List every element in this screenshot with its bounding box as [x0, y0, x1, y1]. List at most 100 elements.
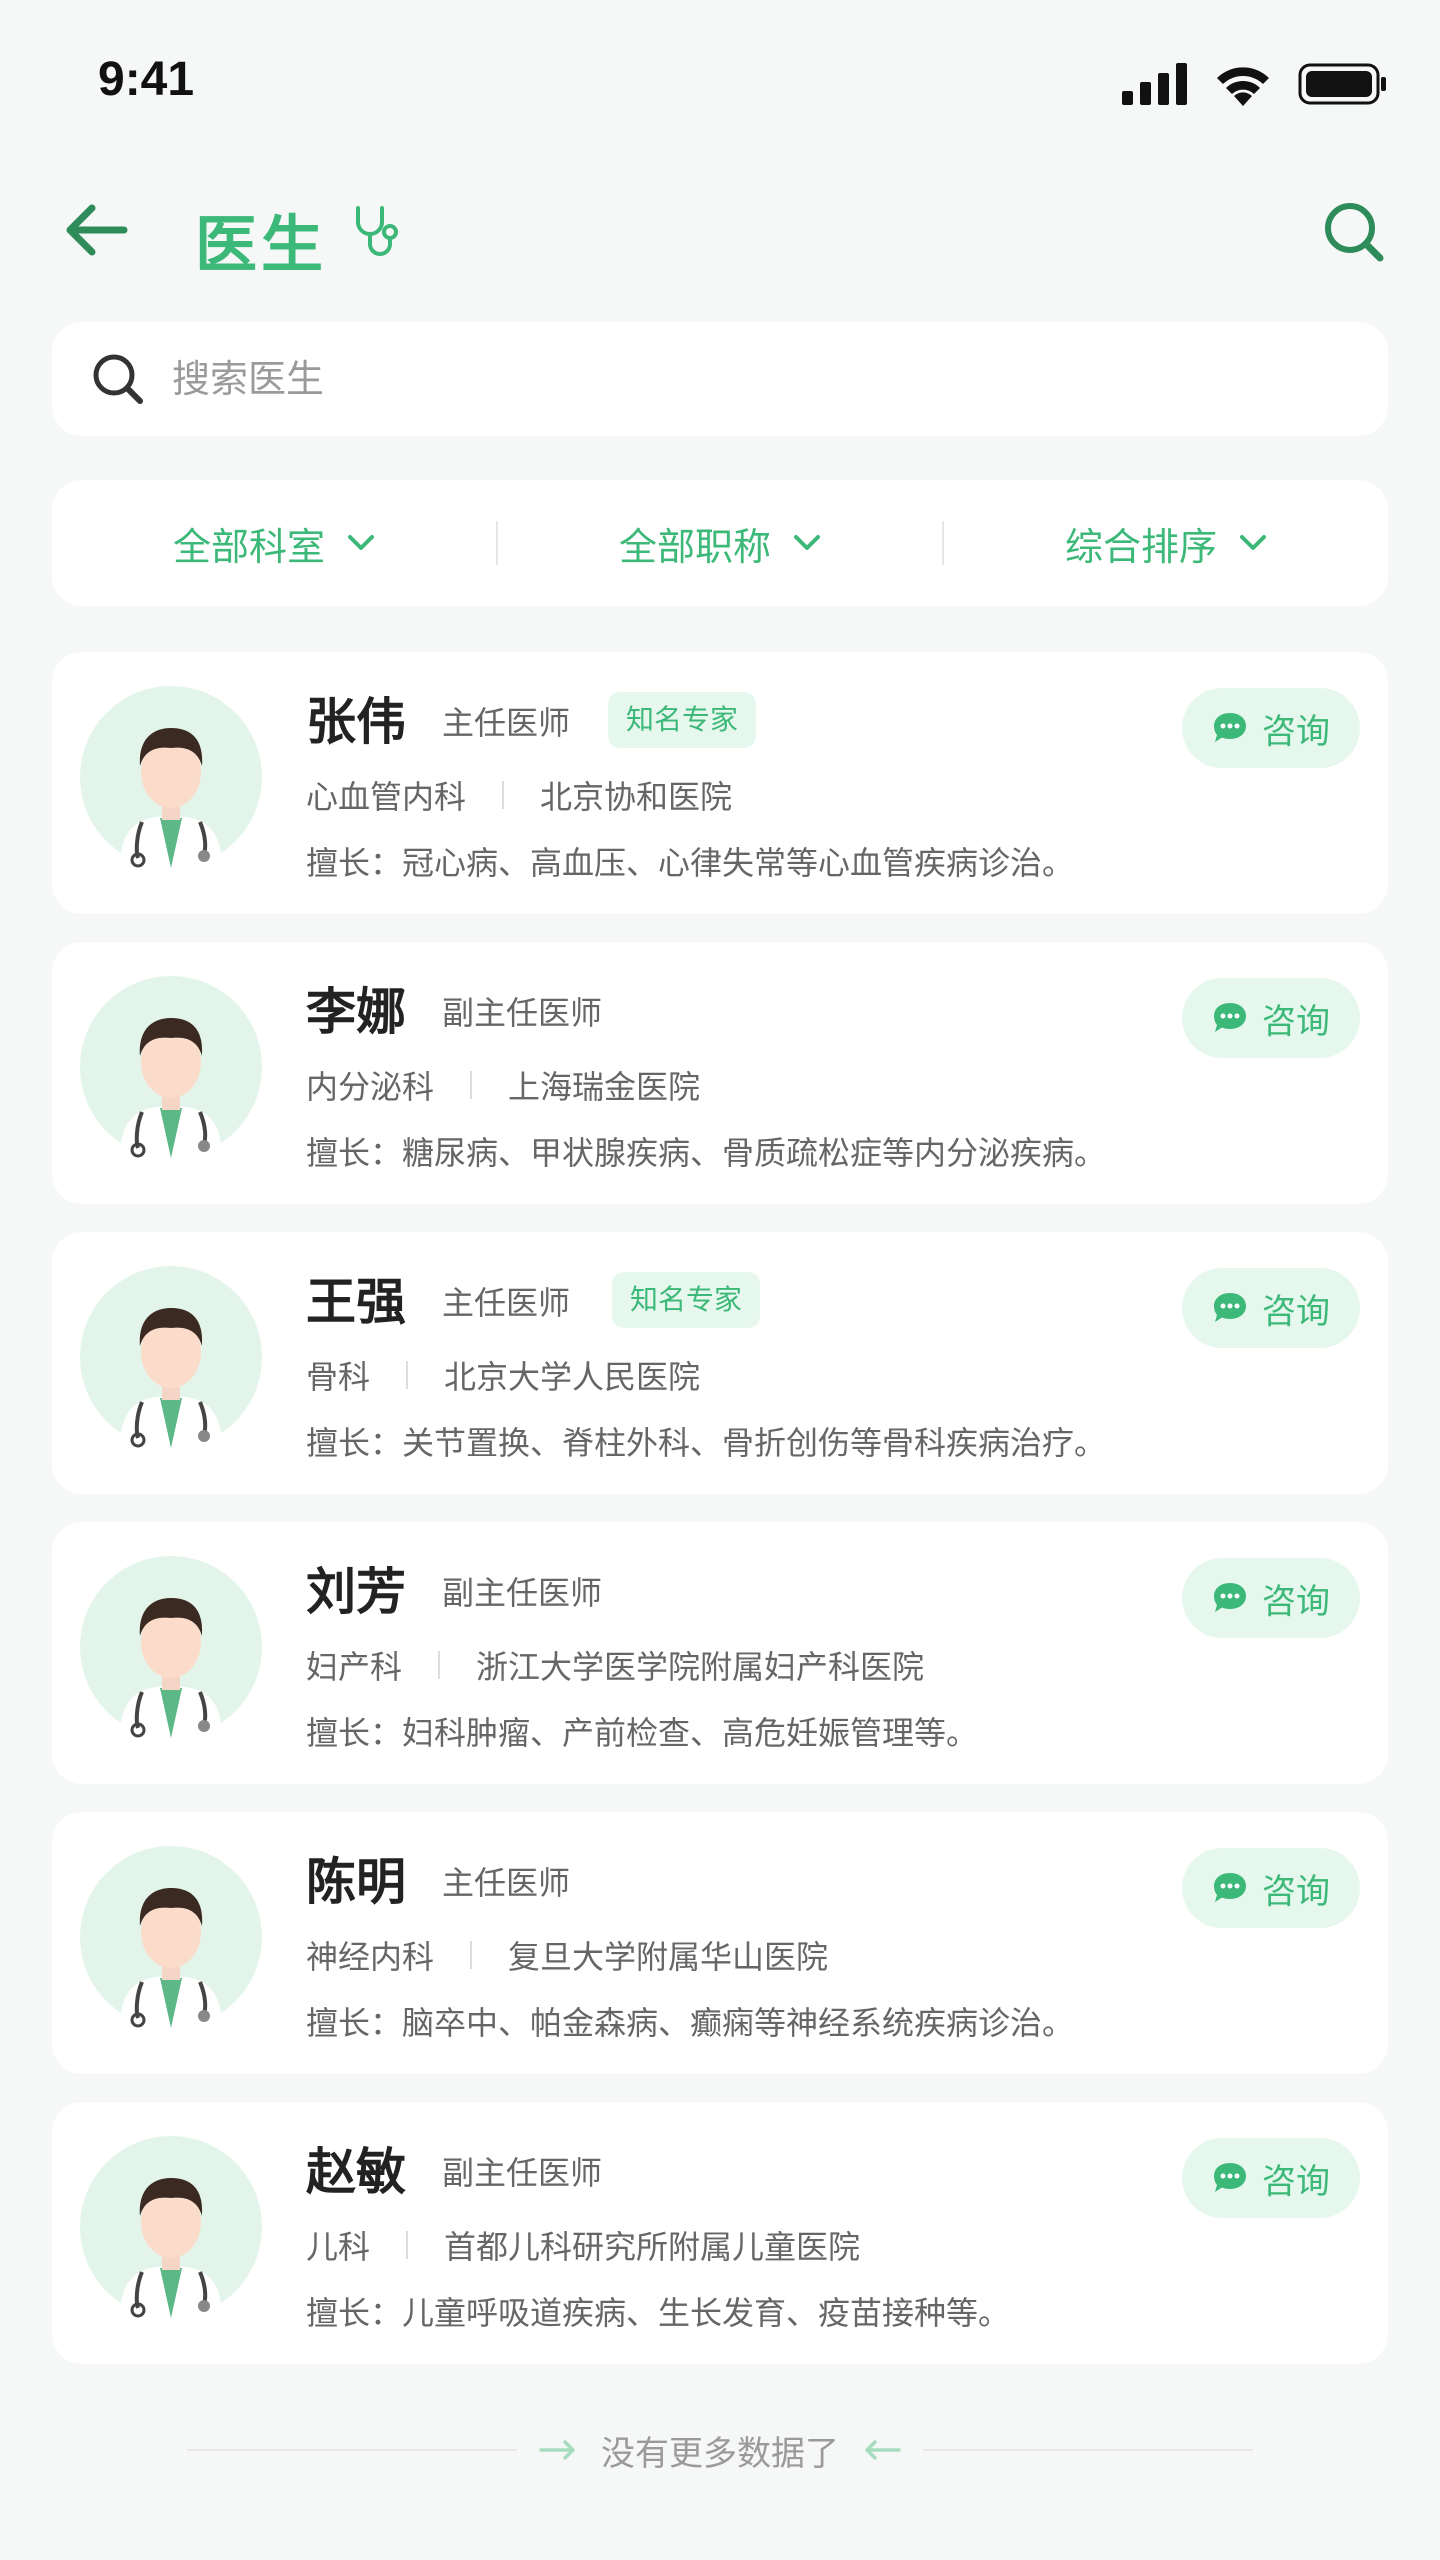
- consult-label: 咨询: [1262, 1001, 1330, 1042]
- search-icon: [1325, 203, 1384, 262]
- expert-badge: 知名专家: [608, 692, 757, 748]
- filter-title[interactable]: 全部职称: [498, 516, 942, 571]
- doctor-hospital: 复旦大学附属华山医院: [508, 1938, 829, 1976]
- doctor-meta: 儿科 首都儿科研究所附属儿童医院: [306, 2222, 860, 2268]
- doctor-title: 副主任医师: [442, 1574, 603, 1612]
- doctor-avatar-icon: [80, 2136, 262, 2318]
- consult-label: 咨询: [1262, 2161, 1330, 2202]
- status-icons: [1122, 62, 1388, 106]
- doctor-hospital: 浙江大学医学院附属妇产科医院: [476, 1648, 925, 1686]
- doctor-card[interactable]: 李娜 副主任医师 内分泌科 上海瑞金医院 擅长：糖尿病、甲状腺疾病、骨质疏松症等…: [52, 942, 1388, 1204]
- consult-button[interactable]: 咨询: [1182, 1848, 1360, 1928]
- filter-label: 综合排序: [1064, 524, 1217, 569]
- chevron-down-icon: [1240, 535, 1266, 550]
- doctor-name: 李娜: [306, 983, 406, 1041]
- chevron-down-icon: [794, 535, 820, 550]
- doctor-hospital: 上海瑞金医院: [508, 1068, 701, 1106]
- cellular-signal-icon: [1122, 63, 1187, 105]
- doctor-department: 儿科: [306, 2228, 371, 2266]
- filter-sort[interactable]: 综合排序: [944, 516, 1388, 571]
- doctor-expertise: 擅长：关节置换、脊柱外科、骨折创伤等骨科疾病治疗。: [306, 1424, 1107, 1462]
- doctor-name: 赵敏: [306, 2143, 406, 2201]
- consult-label: 咨询: [1262, 1871, 1330, 1912]
- doctor-department: 心血管内科: [306, 778, 467, 816]
- doctor-department: 妇产科: [306, 1648, 403, 1686]
- filter-department[interactable]: 全部科室: [52, 516, 496, 571]
- no-more-center: 没有更多数据了: [539, 2426, 901, 2475]
- doctor-department: 内分泌科: [306, 1068, 435, 1106]
- doctor-avatar-icon: [80, 1556, 262, 1738]
- doctor-card[interactable]: 张伟 主任医师 知名专家 心血管内科 北京协和医院 擅长：冠心病、高血压、心律失…: [52, 652, 1388, 914]
- doctor-expertise: 擅长：儿童呼吸道疾病、生长发育、疫苗接种等。: [306, 2294, 1011, 2332]
- search-bar: [52, 322, 1388, 436]
- page-title: 医生: [195, 208, 328, 281]
- doctor-card[interactable]: 王强 主任医师 知名专家 骨科 北京大学人民医院 擅长：关节置换、脊柱外科、骨折…: [52, 1232, 1388, 1494]
- doctor-department: 骨科: [306, 1358, 371, 1396]
- doctor-hospital: 北京大学人民医院: [444, 1358, 701, 1396]
- header-search-button[interactable]: [1318, 196, 1390, 268]
- battery-icon: [1298, 63, 1386, 105]
- header: 医生: [0, 180, 1440, 281]
- doctor-title: 副主任医师: [442, 994, 603, 1032]
- doctor-meta: 妇产科 浙江大学医学院附属妇产科医院: [306, 1642, 924, 1688]
- meta-divider: [406, 1361, 409, 1389]
- doctor-expertise: 擅长：糖尿病、甲状腺疾病、骨质疏松症等内分泌疾病。: [306, 1134, 1107, 1172]
- doctor-avatar-icon: [80, 976, 262, 1158]
- chat-bubble-icon: [1214, 1583, 1246, 1612]
- no-more-text: 没有更多数据了: [601, 2433, 839, 2474]
- doctor-title: 主任医师: [442, 1284, 571, 1322]
- meta-divider: [470, 1071, 473, 1099]
- doctor-department: 神经内科: [306, 1938, 435, 1976]
- chat-bubble-icon: [1214, 1003, 1246, 1032]
- doctor-title: 主任医师: [442, 1864, 571, 1902]
- doctor-avatar-icon: [80, 1266, 262, 1448]
- chat-bubble-icon: [1214, 713, 1246, 742]
- consult-label: 咨询: [1262, 711, 1330, 752]
- search-input[interactable]: [170, 356, 1324, 402]
- filter-label: 全部职称: [618, 524, 771, 569]
- filter-bar: 全部科室 全部职称 综合排序: [52, 480, 1388, 606]
- back-button[interactable]: [60, 198, 132, 262]
- doctor-name: 王强: [306, 1273, 406, 1331]
- no-more-footer: 没有更多数据了: [0, 2420, 1440, 2480]
- status-bar: 9:41: [0, 0, 1440, 150]
- chat-bubble-icon: [1214, 1293, 1246, 1322]
- status-time: 9:41: [98, 53, 195, 106]
- meta-divider: [502, 781, 505, 809]
- doctor-card[interactable]: 赵敏 副主任医师 儿科 首都儿科研究所附属儿童医院 擅长：儿童呼吸道疾病、生长发…: [52, 2102, 1388, 2364]
- meta-divider: [470, 1941, 473, 1969]
- meta-divider: [406, 2231, 409, 2259]
- doctor-hospital: 北京协和医院: [540, 778, 733, 816]
- doctor-expertise: 擅长：脑卒中、帕金森病、癫痫等神经系统疾病诊治。: [306, 2004, 1075, 2042]
- consult-button[interactable]: 咨询: [1182, 688, 1360, 768]
- doctor-expertise: 擅长：妇科肿瘤、产前检查、高危妊娠管理等。: [306, 1714, 979, 1752]
- search-icon: [93, 354, 143, 404]
- expert-badge: 知名专家: [612, 1272, 761, 1328]
- doctor-card[interactable]: 陈明 主任医师 神经内科 复旦大学附属华山医院 擅长：脑卒中、帕金森病、癫痫等神…: [52, 1812, 1388, 2074]
- consult-button[interactable]: 咨询: [1182, 2138, 1360, 2218]
- doctor-avatar-icon: [80, 1846, 262, 2028]
- consult-button[interactable]: 咨询: [1182, 978, 1360, 1058]
- arrow-left-icon: [865, 2440, 901, 2460]
- chat-bubble-icon: [1214, 2163, 1246, 2192]
- chat-bubble-icon: [1214, 1873, 1246, 1902]
- doctor-meta: 心血管内科 北京协和医院: [306, 772, 732, 818]
- doctor-name: 陈明: [306, 1853, 406, 1911]
- doctor-title: 主任医师: [442, 704, 571, 742]
- divider-line: [187, 2449, 517, 2451]
- doctor-meta: 神经内科 复旦大学附属华山医院: [306, 1932, 828, 1978]
- doctor-card[interactable]: 刘芳 副主任医师 妇产科 浙江大学医学院附属妇产科医院 擅长：妇科肿瘤、产前检查…: [52, 1522, 1388, 1784]
- consult-button[interactable]: 咨询: [1182, 1268, 1360, 1348]
- doctor-title: 副主任医师: [442, 2154, 603, 2192]
- consult-label: 咨询: [1262, 1291, 1330, 1332]
- doctor-meta: 骨科 北京大学人民医院: [306, 1352, 700, 1398]
- consult-button[interactable]: 咨询: [1182, 1558, 1360, 1638]
- meta-divider: [438, 1651, 441, 1679]
- wifi-icon: [1217, 67, 1269, 106]
- doctor-avatar-icon: [80, 686, 262, 868]
- arrow-left-icon: [66, 204, 128, 256]
- doctor-name: 张伟: [306, 693, 406, 751]
- doctor-meta: 内分泌科 上海瑞金医院: [306, 1062, 700, 1108]
- doctor-expertise: 擅长：冠心病、高血压、心律失常等心血管疾病诊治。: [306, 844, 1075, 882]
- chevron-down-icon: [348, 535, 374, 550]
